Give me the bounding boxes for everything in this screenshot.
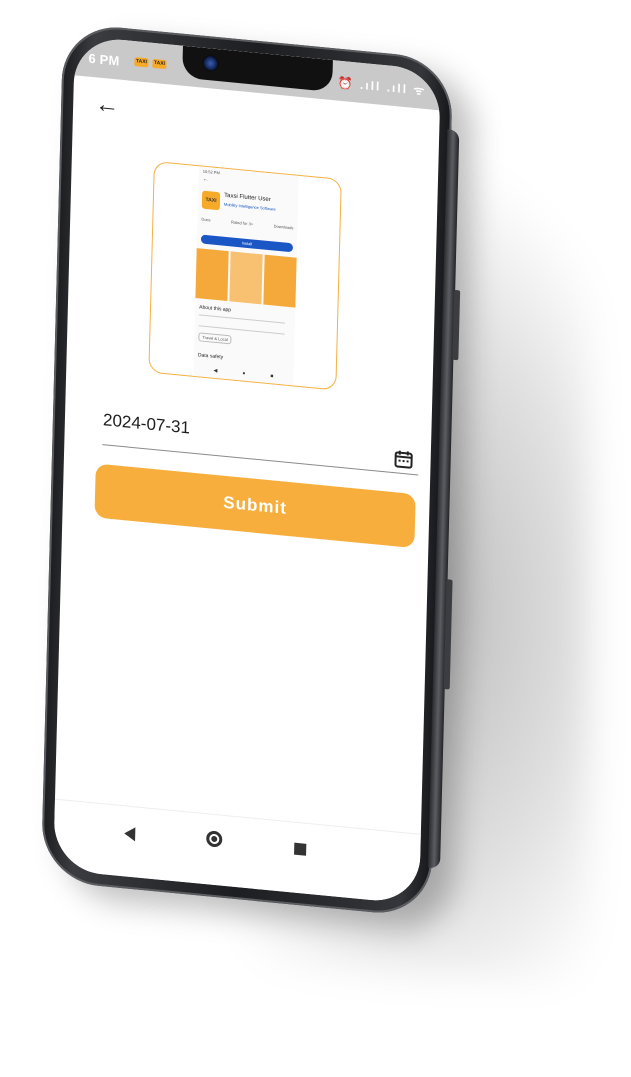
- mini-status-time: 10:52 PM: [202, 168, 220, 176]
- mini-stats: Docs Rated for 3+ Downloads: [201, 217, 293, 231]
- mini-home-icon: ●: [242, 370, 246, 377]
- uploaded-screenshot-preview[interactable]: 10:52 PM ← TAXI Taxsi Flutter User Mobil…: [148, 160, 342, 391]
- mini-category-tag: Travel & Local: [198, 332, 232, 345]
- play-store-screenshot: 10:52 PM ← TAXI Taxsi Flutter User Mobil…: [193, 166, 299, 386]
- mini-stat: Docs: [201, 216, 211, 223]
- recents-square-icon[interactable]: [294, 842, 307, 856]
- mini-gallery-item: [195, 248, 229, 302]
- mini-stat: Rated for 3+: [230, 219, 254, 227]
- mini-back-icon: ←: [202, 176, 209, 184]
- mini-back-icon: ◀: [213, 367, 218, 375]
- status-icons: ⏰ .ıll .ıll ᯤ: [337, 75, 427, 99]
- status-time: 6 PM: [88, 50, 120, 69]
- notification-badge: TAXI: [134, 57, 149, 68]
- mini-recents-icon: ■: [270, 373, 274, 380]
- submit-button[interactable]: Submit: [94, 463, 416, 549]
- mini-gallery-item: [229, 251, 263, 305]
- home-circle-icon[interactable]: [206, 830, 223, 848]
- date-field-value[interactable]: 2024-07-31: [103, 410, 190, 438]
- app-logo: TAXI: [201, 190, 221, 211]
- mini-about-title: About this app: [199, 304, 232, 314]
- phone-device: 6 PM TAXI TAXI ⏰ .ıll .ıll ᯤ ← 10:52 PM …: [40, 22, 461, 918]
- calendar-icon[interactable]: [393, 448, 414, 470]
- back-arrow-icon[interactable]: ←: [95, 90, 120, 119]
- mini-nav-bar: ◀ ● ■: [213, 368, 273, 380]
- mini-screenshot-gallery: [195, 248, 297, 308]
- mini-description: [198, 314, 285, 335]
- back-triangle-icon[interactable]: [124, 826, 136, 842]
- front-camera: [202, 54, 219, 73]
- mini-app-subtitle: Mobility Intelligence Software: [223, 201, 276, 212]
- mini-data-safety: Data safety: [197, 352, 224, 361]
- mini-gallery-item: [263, 254, 297, 308]
- phone-screen: 6 PM TAXI TAXI ⏰ .ıll .ıll ᯤ ← 10:52 PM …: [53, 35, 441, 905]
- mini-stat: Downloads: [273, 223, 294, 231]
- notification-badge: TAXI: [152, 58, 167, 70]
